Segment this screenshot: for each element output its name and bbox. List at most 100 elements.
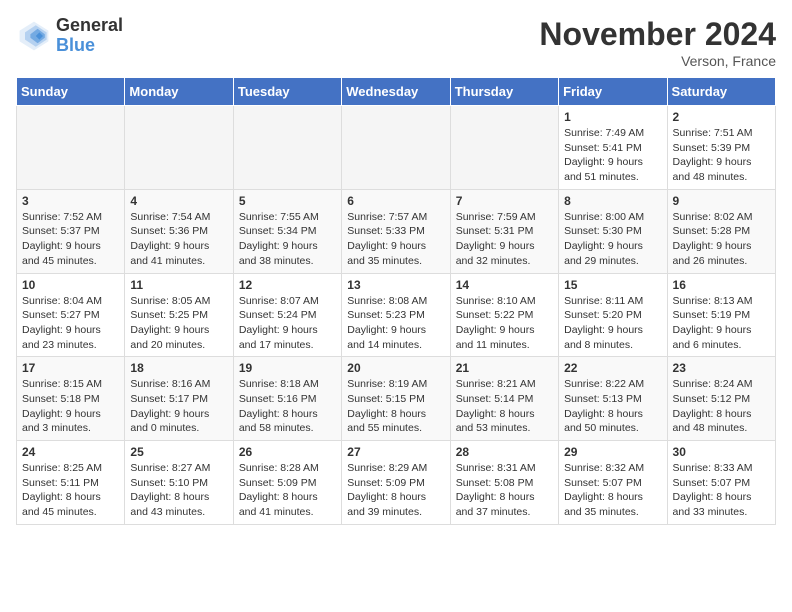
calendar-cell: 5 Sunrise: 7:55 AM Sunset: 5:34 PM Daylig… xyxy=(233,189,341,273)
day-info: Sunrise: 8:08 AM Sunset: 5:23 PM Dayligh… xyxy=(347,294,444,353)
calendar-cell: 3 Sunrise: 7:52 AM Sunset: 5:37 PM Daylig… xyxy=(17,189,125,273)
day-number: 23 xyxy=(673,361,770,375)
day-info: Sunrise: 8:22 AM Sunset: 5:13 PM Dayligh… xyxy=(564,377,661,436)
calendar-day-header: Monday xyxy=(125,78,233,106)
day-info: Sunrise: 8:04 AM Sunset: 5:27 PM Dayligh… xyxy=(22,294,119,353)
day-number: 18 xyxy=(130,361,227,375)
day-info: Sunrise: 8:19 AM Sunset: 5:15 PM Dayligh… xyxy=(347,377,444,436)
logo-text: General Blue xyxy=(56,16,123,56)
calendar-cell: 20 Sunrise: 8:19 AM Sunset: 5:15 PM Dayli… xyxy=(342,357,450,441)
calendar-week-row: 17 Sunrise: 8:15 AM Sunset: 5:18 PM Dayli… xyxy=(17,357,776,441)
calendar-week-row: 1 Sunrise: 7:49 AM Sunset: 5:41 PM Daylig… xyxy=(17,106,776,190)
day-info: Sunrise: 8:07 AM Sunset: 5:24 PM Dayligh… xyxy=(239,294,336,353)
calendar-cell xyxy=(233,106,341,190)
calendar-cell: 23Sunrise: 8:24 AM Sunset: 5:12 PM Dayli… xyxy=(667,357,775,441)
calendar-day-header: Thursday xyxy=(450,78,558,106)
location: Verson, France xyxy=(539,53,776,69)
day-info: Sunrise: 7:52 AM Sunset: 5:37 PM Dayligh… xyxy=(22,210,119,269)
day-info: Sunrise: 7:51 AM Sunset: 5:39 PM Dayligh… xyxy=(673,126,770,185)
calendar-cell: 8 Sunrise: 8:00 AM Sunset: 5:30 PM Daylig… xyxy=(559,189,667,273)
logo: General Blue xyxy=(16,16,123,56)
calendar-cell: 10Sunrise: 8:04 AM Sunset: 5:27 PM Dayli… xyxy=(17,273,125,357)
day-number: 11 xyxy=(130,278,227,292)
day-number: 17 xyxy=(22,361,119,375)
calendar-cell xyxy=(342,106,450,190)
day-number: 7 xyxy=(456,194,553,208)
calendar-week-row: 10Sunrise: 8:04 AM Sunset: 5:27 PM Dayli… xyxy=(17,273,776,357)
day-number: 20 xyxy=(347,361,444,375)
day-info: Sunrise: 8:02 AM Sunset: 5:28 PM Dayligh… xyxy=(673,210,770,269)
day-number: 5 xyxy=(239,194,336,208)
calendar-cell: 17 Sunrise: 8:15 AM Sunset: 5:18 PM Dayli… xyxy=(17,357,125,441)
day-info: Sunrise: 8:05 AM Sunset: 5:25 PM Dayligh… xyxy=(130,294,227,353)
day-info: Sunrise: 8:15 AM Sunset: 5:18 PM Dayligh… xyxy=(22,377,119,436)
calendar-cell: 7 Sunrise: 7:59 AM Sunset: 5:31 PM Daylig… xyxy=(450,189,558,273)
calendar-cell: 22 Sunrise: 8:22 AM Sunset: 5:13 PM Dayli… xyxy=(559,357,667,441)
day-info: Sunrise: 8:25 AM Sunset: 5:11 PM Dayligh… xyxy=(22,461,119,520)
day-number: 13 xyxy=(347,278,444,292)
day-number: 2 xyxy=(673,110,770,124)
calendar-day-header: Wednesday xyxy=(342,78,450,106)
day-number: 22 xyxy=(564,361,661,375)
day-info: Sunrise: 7:49 AM Sunset: 5:41 PM Dayligh… xyxy=(564,126,661,185)
day-number: 1 xyxy=(564,110,661,124)
day-number: 12 xyxy=(239,278,336,292)
calendar-cell: 9 Sunrise: 8:02 AM Sunset: 5:28 PM Daylig… xyxy=(667,189,775,273)
calendar-cell: 2 Sunrise: 7:51 AM Sunset: 5:39 PM Daylig… xyxy=(667,106,775,190)
day-info: Sunrise: 8:32 AM Sunset: 5:07 PM Dayligh… xyxy=(564,461,661,520)
day-info: Sunrise: 7:55 AM Sunset: 5:34 PM Dayligh… xyxy=(239,210,336,269)
day-info: Sunrise: 8:18 AM Sunset: 5:16 PM Dayligh… xyxy=(239,377,336,436)
day-number: 4 xyxy=(130,194,227,208)
day-info: Sunrise: 7:59 AM Sunset: 5:31 PM Dayligh… xyxy=(456,210,553,269)
day-info: Sunrise: 8:21 AM Sunset: 5:14 PM Dayligh… xyxy=(456,377,553,436)
calendar-cell: 4 Sunrise: 7:54 AM Sunset: 5:36 PM Daylig… xyxy=(125,189,233,273)
day-info: Sunrise: 8:11 AM Sunset: 5:20 PM Dayligh… xyxy=(564,294,661,353)
calendar-table: SundayMondayTuesdayWednesdayThursdayFrid… xyxy=(16,77,776,525)
day-number: 14 xyxy=(456,278,553,292)
day-info: Sunrise: 8:33 AM Sunset: 5:07 PM Dayligh… xyxy=(673,461,770,520)
day-info: Sunrise: 8:00 AM Sunset: 5:30 PM Dayligh… xyxy=(564,210,661,269)
day-info: Sunrise: 8:10 AM Sunset: 5:22 PM Dayligh… xyxy=(456,294,553,353)
calendar-cell: 18 Sunrise: 8:16 AM Sunset: 5:17 PM Dayli… xyxy=(125,357,233,441)
calendar-cell: 15Sunrise: 8:11 AM Sunset: 5:20 PM Dayli… xyxy=(559,273,667,357)
logo-blue-text: Blue xyxy=(56,36,123,56)
calendar-cell: 26 Sunrise: 8:28 AM Sunset: 5:09 PM Dayli… xyxy=(233,441,341,525)
calendar-cell: 16 Sunrise: 8:13 AM Sunset: 5:19 PM Dayli… xyxy=(667,273,775,357)
calendar-cell xyxy=(17,106,125,190)
calendar-cell: 27Sunrise: 8:29 AM Sunset: 5:09 PM Dayli… xyxy=(342,441,450,525)
day-number: 8 xyxy=(564,194,661,208)
day-number: 3 xyxy=(22,194,119,208)
logo-general-text: General xyxy=(56,16,123,36)
day-info: Sunrise: 7:54 AM Sunset: 5:36 PM Dayligh… xyxy=(130,210,227,269)
calendar-day-header: Tuesday xyxy=(233,78,341,106)
day-number: 9 xyxy=(673,194,770,208)
month-title: November 2024 xyxy=(539,16,776,53)
calendar-week-row: 24 Sunrise: 8:25 AM Sunset: 5:11 PM Dayli… xyxy=(17,441,776,525)
day-info: Sunrise: 8:31 AM Sunset: 5:08 PM Dayligh… xyxy=(456,461,553,520)
calendar-cell: 19 Sunrise: 8:18 AM Sunset: 5:16 PM Dayli… xyxy=(233,357,341,441)
calendar-cell: 11 Sunrise: 8:05 AM Sunset: 5:25 PM Dayli… xyxy=(125,273,233,357)
calendar-cell xyxy=(450,106,558,190)
calendar-cell: 13 Sunrise: 8:08 AM Sunset: 5:23 PM Dayli… xyxy=(342,273,450,357)
day-info: Sunrise: 8:29 AM Sunset: 5:09 PM Dayligh… xyxy=(347,461,444,520)
day-info: Sunrise: 8:16 AM Sunset: 5:17 PM Dayligh… xyxy=(130,377,227,436)
title-block: November 2024 Verson, France xyxy=(539,16,776,69)
day-info: Sunrise: 8:28 AM Sunset: 5:09 PM Dayligh… xyxy=(239,461,336,520)
calendar-cell: 14 Sunrise: 8:10 AM Sunset: 5:22 PM Dayli… xyxy=(450,273,558,357)
calendar-cell: 29Sunrise: 8:32 AM Sunset: 5:07 PM Dayli… xyxy=(559,441,667,525)
calendar-cell: 21 Sunrise: 8:21 AM Sunset: 5:14 PM Dayli… xyxy=(450,357,558,441)
day-number: 26 xyxy=(239,445,336,459)
page-header: General Blue November 2024 Verson, Franc… xyxy=(16,16,776,69)
calendar-cell: 12 Sunrise: 8:07 AM Sunset: 5:24 PM Dayli… xyxy=(233,273,341,357)
day-number: 19 xyxy=(239,361,336,375)
day-info: Sunrise: 8:13 AM Sunset: 5:19 PM Dayligh… xyxy=(673,294,770,353)
day-number: 30 xyxy=(673,445,770,459)
day-number: 28 xyxy=(456,445,553,459)
calendar-day-header: Sunday xyxy=(17,78,125,106)
day-number: 24 xyxy=(22,445,119,459)
day-number: 25 xyxy=(130,445,227,459)
calendar-cell: 24 Sunrise: 8:25 AM Sunset: 5:11 PM Dayli… xyxy=(17,441,125,525)
day-number: 16 xyxy=(673,278,770,292)
logo-icon xyxy=(16,18,52,54)
day-number: 21 xyxy=(456,361,553,375)
